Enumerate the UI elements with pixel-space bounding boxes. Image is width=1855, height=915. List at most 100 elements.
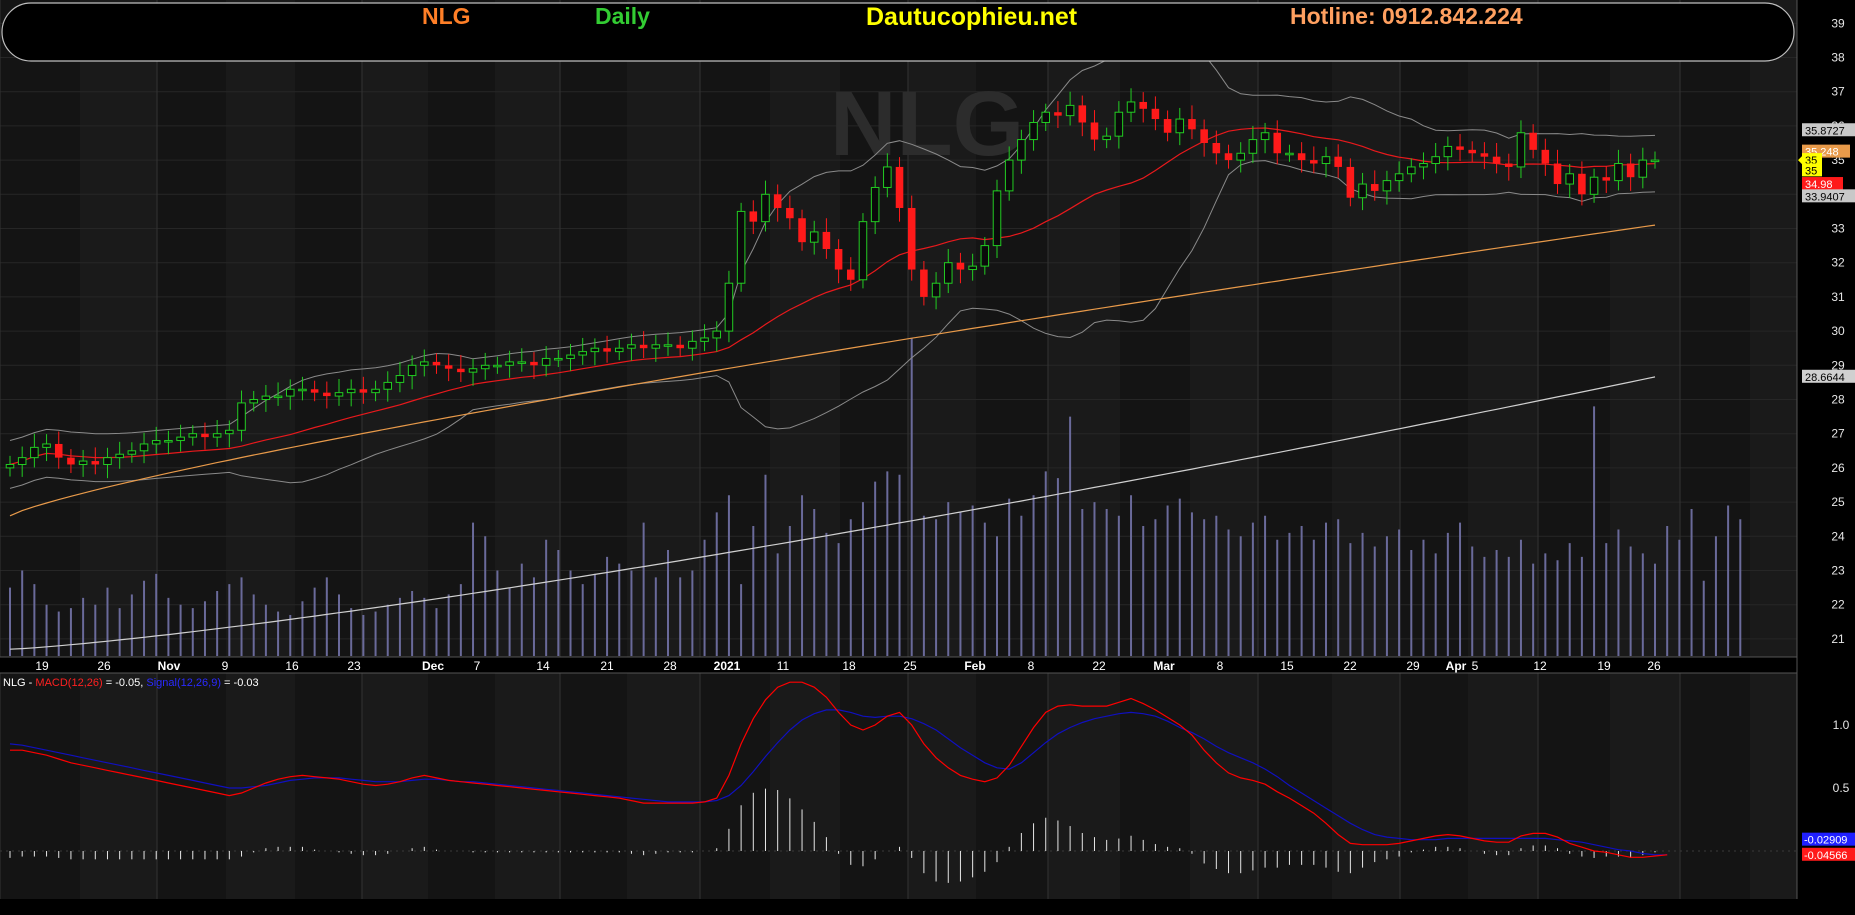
price-tick-label: 37 <box>1831 85 1845 99</box>
macd-legend-value: = -0.05, <box>103 677 147 689</box>
candle-body <box>992 190 1002 247</box>
candle-body <box>1443 145 1453 158</box>
candle-body <box>91 461 100 465</box>
candle-body <box>1382 180 1392 192</box>
price-tick-label: 39 <box>1831 16 1845 30</box>
grid-band <box>295 673 362 899</box>
candle-body <box>1614 163 1623 182</box>
candle-body <box>834 249 843 270</box>
candle-body <box>164 440 173 443</box>
candle-body <box>663 344 673 347</box>
candle-body <box>444 365 453 369</box>
candle-body <box>1650 159 1660 163</box>
candle-body <box>1358 183 1367 199</box>
candle-body <box>395 375 405 383</box>
candle-body <box>980 245 990 267</box>
candle-body <box>1419 163 1428 168</box>
grid-band <box>157 0 226 657</box>
date-tick-label: 28 <box>663 659 677 673</box>
candle-body <box>432 361 441 366</box>
candle-body <box>651 344 661 349</box>
candle-body <box>505 361 514 366</box>
candle-body <box>1054 112 1062 116</box>
candle-body <box>1407 166 1416 175</box>
date-tick-label: 21 <box>600 659 614 673</box>
price-tag-label: 33.9407 <box>1805 191 1845 203</box>
candle-body <box>1492 156 1501 164</box>
grid-band <box>1258 0 1332 657</box>
price-tag-label: 28.6644 <box>1805 372 1845 384</box>
date-tick-label: 19 <box>1597 659 1611 673</box>
candle-body <box>1090 122 1099 140</box>
candle-body <box>883 166 892 188</box>
date-tick-label: 8 <box>1217 659 1224 673</box>
price-tick-label: 31 <box>1831 290 1845 304</box>
date-tick-label: Nov <box>158 659 181 673</box>
grid-band <box>0 673 80 899</box>
candle-body <box>1200 129 1208 143</box>
candle-body <box>943 262 953 284</box>
candle-body <box>1334 156 1342 167</box>
price-tag-label: 35.8727 <box>1805 125 1845 137</box>
candle-body <box>614 347 624 353</box>
candle-body <box>1175 118 1185 134</box>
candle-body <box>749 211 758 222</box>
candle-body <box>1370 184 1379 191</box>
candle-body <box>1321 156 1331 165</box>
date-tick-label: 11 <box>777 659 790 673</box>
candle-body <box>1626 163 1635 178</box>
site-title: Dautucophieu.net <box>866 3 1078 31</box>
price-tick-label: 30 <box>1831 324 1845 338</box>
date-tick-label: Mar <box>1153 659 1175 673</box>
candle-body <box>724 282 734 332</box>
price-tick-label: 28 <box>1831 393 1845 407</box>
candle-body <box>359 389 368 393</box>
grid-band <box>1120 673 1190 899</box>
watermark-symbol: NLG <box>830 73 1024 175</box>
price-tick-label: 21 <box>1831 632 1845 646</box>
date-tick-label: 29 <box>1406 659 1420 673</box>
date-tick-label: 14 <box>536 659 550 673</box>
candle-body <box>931 282 941 298</box>
date-tick-label: 23 <box>347 659 361 673</box>
candle-body <box>712 330 722 339</box>
candle-body <box>1565 173 1574 185</box>
macd-legend-prefix: NLG - <box>3 677 35 689</box>
grid-band <box>295 0 362 657</box>
candle-body <box>1541 149 1550 164</box>
date-tick-label: 18 <box>842 659 856 673</box>
candle-body <box>1310 160 1318 164</box>
candle-body <box>346 388 356 394</box>
candle-body <box>590 347 600 353</box>
candle-body <box>603 348 611 352</box>
candle-body <box>1029 121 1038 141</box>
candle-body <box>1126 101 1136 113</box>
candle-body <box>383 381 393 390</box>
candle-body <box>67 457 75 465</box>
candle-body <box>103 457 112 465</box>
grid-band <box>1538 0 1610 657</box>
candle-body <box>1431 156 1440 165</box>
candle-body <box>334 392 344 397</box>
candle-body <box>578 351 587 356</box>
date-tick-label: 2021 <box>714 659 741 673</box>
candle-body <box>285 388 295 397</box>
macd-tick-label: 1.0 <box>1833 718 1850 732</box>
hotline-text: Hotline: 0912.842.224 <box>1290 3 1523 29</box>
candle-body <box>1017 139 1026 161</box>
date-tick-label: 16 <box>285 659 299 673</box>
price-tick-label: 22 <box>1831 598 1845 612</box>
candle-body <box>42 443 51 448</box>
grid-band <box>560 0 627 657</box>
candle-body <box>1163 119 1172 133</box>
price-tick-label: 23 <box>1831 564 1845 578</box>
date-tick-label: 22 <box>1092 659 1106 673</box>
grid-band <box>1538 673 1610 899</box>
candle-body <box>139 443 149 452</box>
candle-body <box>773 194 782 208</box>
candle-body <box>1102 135 1111 141</box>
symbol-title: NLG <box>422 3 471 29</box>
candle-body <box>176 436 185 442</box>
candle-body <box>420 361 429 366</box>
candle-body <box>5 463 15 469</box>
